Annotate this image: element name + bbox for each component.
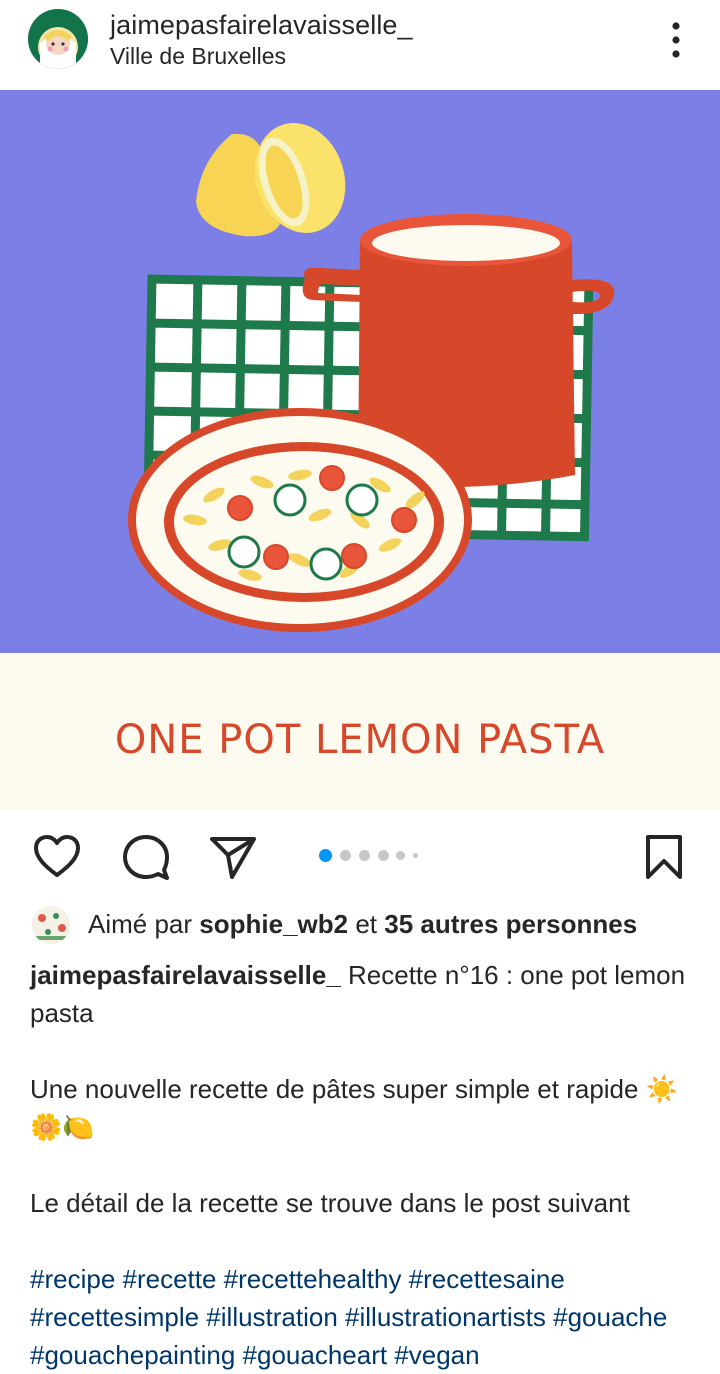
liker-username[interactable]: sophie_wb2 [199, 909, 348, 939]
caption-first-line: jaimepasfairelavaisselle_ Recette n°16 :… [30, 956, 700, 1032]
post-illustration: ONE POT LEMON PASTA [0, 90, 720, 810]
post-location[interactable]: Ville de Bruxelles [110, 43, 286, 70]
profile-avatar[interactable] [28, 9, 88, 69]
post-image[interactable]: ONE POT LEMON PASTA [0, 90, 720, 810]
post-image-title: ONE POT LEMON PASTA [115, 717, 605, 763]
pasta-plate [128, 408, 472, 632]
liker-avatar[interactable] [32, 906, 70, 944]
post-actions-bar [0, 820, 720, 892]
bookmark-icon [646, 835, 682, 879]
likes-joiner: et [355, 909, 378, 939]
carousel-dot [359, 850, 370, 861]
carousel-dot-active [319, 849, 332, 862]
likes-prefix: Aimé par [88, 909, 193, 939]
heart-icon [34, 835, 80, 877]
carousel-dot [378, 850, 389, 861]
post-username[interactable]: jaimepasfairelavaisselle_ [110, 10, 413, 41]
send-icon [210, 837, 256, 879]
carousel-dot [340, 850, 351, 861]
caption-paragraph-3: Le détail de la recette se trouve dans l… [30, 1188, 630, 1218]
likes-row[interactable]: Aimé par sophie_wb2 et 35 autres personn… [0, 900, 720, 954]
like-button[interactable] [32, 832, 82, 882]
share-button[interactable] [208, 832, 258, 882]
comment-button[interactable] [121, 832, 171, 882]
more-vertical-icon [672, 22, 680, 58]
carousel-dot [396, 851, 405, 860]
post-caption: jaimepasfairelavaisselle_ Recette n°16 :… [30, 956, 700, 1374]
more-options-button[interactable] [660, 18, 692, 62]
caption-paragraph-2: Une nouvelle recette de pâtes super simp… [30, 1074, 679, 1142]
comment-icon [123, 835, 169, 880]
carousel-dot [413, 853, 418, 858]
post-header: jaimepasfairelavaisselle_ Ville de Bruxe… [0, 0, 720, 90]
caption-username[interactable]: jaimepasfairelavaisselle_ [30, 960, 341, 990]
caption-hashtags[interactable]: #recipe #recette #recettehealthy #recett… [30, 1260, 700, 1374]
save-button[interactable] [642, 832, 692, 882]
likes-others[interactable]: 35 autres personnes [384, 909, 637, 939]
likes-summary: Aimé par sophie_wb2 et 35 autres personn… [88, 909, 637, 940]
